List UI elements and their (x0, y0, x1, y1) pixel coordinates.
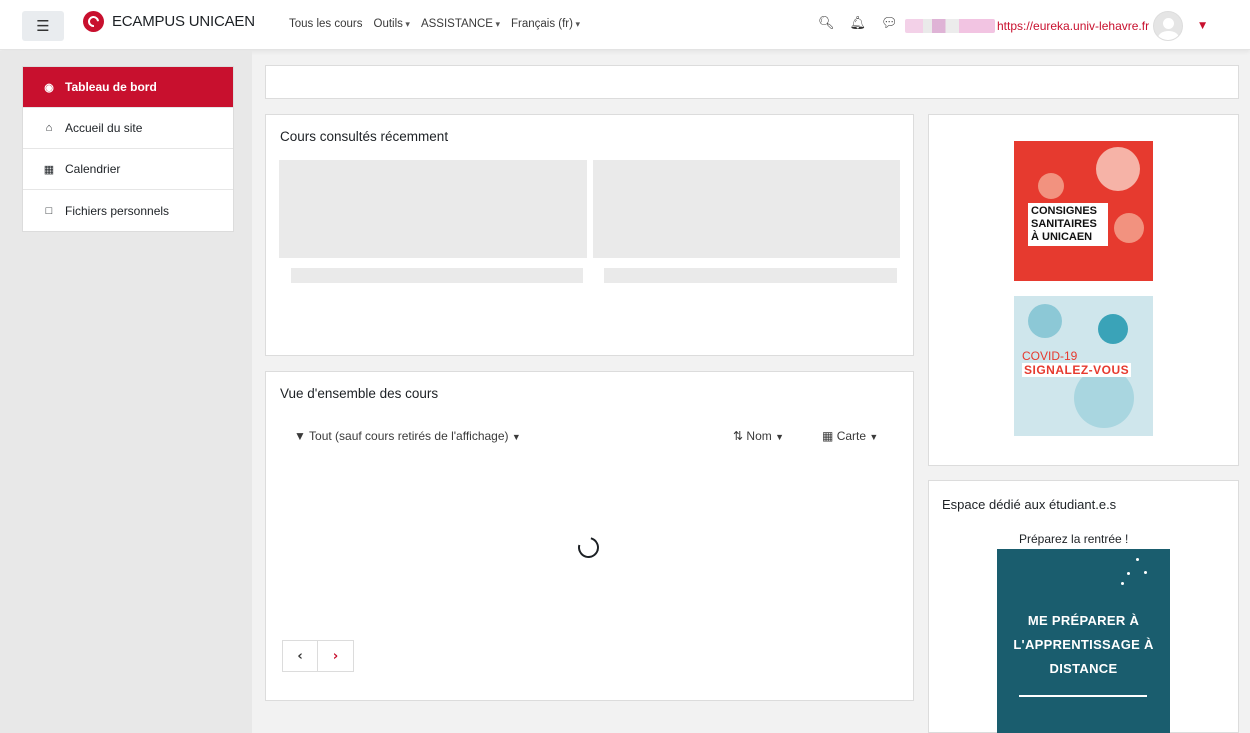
page-header-bar (265, 65, 1239, 99)
decorative-dot (1144, 571, 1147, 574)
nav-menu-language[interactable]: Français (fr) (511, 18, 580, 30)
user-menu[interactable]: https://eureka.univ-lehavre.fr ▼ (905, 11, 1206, 41)
banner-text-line2: SIGNALEZ-VOUS (1022, 363, 1132, 377)
nav-menu-outils[interactable]: Outils (374, 18, 410, 30)
decorative-dot (1121, 582, 1124, 585)
filter-icon: ▼ (294, 429, 306, 443)
top-navbar: ☰ ECAMPUS UNICAEN Tous les cours Outils … (0, 0, 1250, 50)
pagination: ‹ › (282, 640, 354, 672)
previous-page-button[interactable]: ‹ (283, 641, 319, 671)
virus-icon (1038, 173, 1064, 199)
sidebar-item-dashboard[interactable]: ◉ Tableau de bord (23, 67, 233, 108)
banner-underline (1019, 695, 1147, 697)
chevron-down-icon: ▼ (775, 432, 785, 442)
sidebar-item-label: Tableau de bord (65, 80, 157, 94)
avatar[interactable] (1153, 11, 1184, 41)
nav-menu-assistance[interactable]: ASSISTANCE (421, 18, 500, 30)
banner-text: ME PRÉPARER À L'APPRENTISSAGE À DISTANCE (1013, 613, 1154, 676)
drawer-nav-list: ◉ Tableau de bord ⌂ Accueil du site ▦ Ca… (22, 66, 234, 232)
next-page-button[interactable]: › (318, 641, 353, 671)
sort-dropdown[interactable]: ⇅ Nom ▼ (733, 429, 784, 443)
hamburger-icon: ☰ (36, 17, 50, 35)
recent-courses-title: Cours consultés récemment (280, 129, 449, 144)
filter-label: Tout (sauf cours retirés de l'affichage) (309, 429, 509, 443)
bell-icon[interactable]: 🔔︎ (850, 16, 867, 31)
course-placeholder-text (291, 268, 583, 283)
search-icon[interactable]: 🔍︎ (818, 16, 835, 31)
virus-icon (1098, 314, 1128, 344)
sort-label: Nom (746, 429, 772, 443)
sort-icon: ⇅ (733, 429, 744, 443)
virus-icon (1114, 213, 1144, 243)
filter-dropdown[interactable]: ▼ Tout (sauf cours retirés de l'affichag… (294, 429, 521, 443)
chevron-down-icon: ▼ (511, 432, 521, 442)
virus-icon (1096, 147, 1140, 191)
course-overview-title: Vue d'ensemble des cours (280, 386, 439, 401)
site-brand[interactable]: ECAMPUS UNICAEN (83, 11, 255, 32)
nav-icons: 🔍︎ 🔔︎ 💬︎ (818, 16, 898, 31)
decorative-dot (1136, 558, 1139, 561)
sidebar-item-label: Fichiers personnels (65, 203, 170, 218)
drawer-toggle-button[interactable]: ☰ (22, 11, 64, 41)
course-placeholder-image (279, 160, 587, 258)
view-label: Carte (836, 429, 867, 443)
ecampus-logo-icon (83, 11, 104, 32)
sidebar-item-home[interactable]: ⌂ Accueil du site (23, 108, 233, 149)
course-placeholder-image (593, 160, 900, 258)
main-nav: Tous les cours Outils ASSISTANCE Françai… (289, 18, 580, 30)
user-link[interactable]: https://eureka.univ-lehavre.fr (997, 19, 1149, 33)
covid-report-banner[interactable]: COVID-19 SIGNALEZ-VOUS (1014, 296, 1153, 436)
prepare-label: Préparez la rentrée ! (1019, 532, 1129, 546)
banner-text-line1: COVID-19 (1022, 349, 1078, 363)
file-icon: □ (45, 204, 53, 217)
sidebar-item-label: Accueil du site (65, 121, 143, 135)
blurred-username (905, 19, 995, 33)
chat-bubble-icon[interactable]: 💬︎ (881, 16, 898, 31)
calendar-icon: ▦ (43, 163, 55, 176)
covid-guidelines-banner[interactable]: CONSIGNES SANITAIRES À UNICAEN (1014, 141, 1153, 281)
view-dropdown[interactable]: ▦ Carte ▼ (822, 429, 878, 443)
virus-icon (1028, 304, 1062, 338)
sidebar-item-label: Calendrier (65, 162, 121, 176)
brand-name: ECAMPUS UNICAEN (112, 13, 255, 30)
students-block-title: Espace dédié aux étudiant.e.s (942, 497, 1117, 512)
banner-text: CONSIGNES SANITAIRES À UNICAEN (1028, 203, 1108, 246)
virus-icon (1074, 368, 1134, 428)
distance-learning-banner[interactable]: ME PRÉPARER À L'APPRENTISSAGE À DISTANCE (997, 549, 1170, 733)
grid-icon: ▦ (822, 429, 834, 443)
chevron-down-icon[interactable]: ▼ (1199, 21, 1206, 31)
course-placeholder-text (604, 268, 897, 283)
sidebar-item-calendar[interactable]: ▦ Calendrier (23, 149, 233, 190)
chevron-down-icon: ▼ (869, 432, 879, 442)
home-icon: ⌂ (45, 122, 53, 134)
nav-link-all-courses[interactable]: Tous les cours (289, 18, 363, 30)
sidebar-item-files[interactable]: □ Fichiers personnels (23, 190, 233, 231)
dashboard-icon: ◉ (44, 81, 54, 94)
decorative-dot (1127, 572, 1130, 575)
